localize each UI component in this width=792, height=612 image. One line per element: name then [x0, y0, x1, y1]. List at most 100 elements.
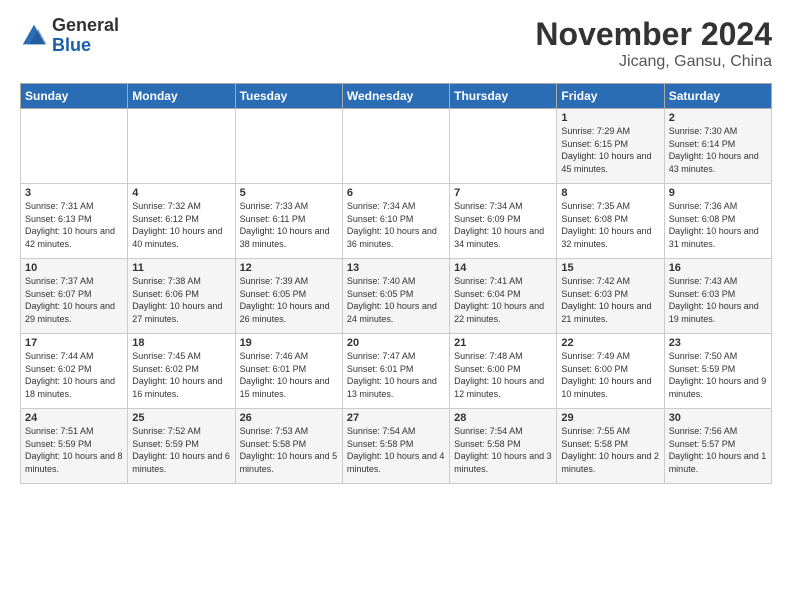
calendar-cell: 23Sunrise: 7:50 AM Sunset: 5:59 PM Dayli… — [664, 334, 771, 409]
day-number: 6 — [347, 187, 445, 199]
calendar-cell: 21Sunrise: 7:48 AM Sunset: 6:00 PM Dayli… — [450, 334, 557, 409]
weekday-header-thursday: Thursday — [450, 84, 557, 109]
day-info: Sunrise: 7:30 AM Sunset: 6:14 PM Dayligh… — [669, 125, 767, 175]
calendar-body: 1Sunrise: 7:29 AM Sunset: 6:15 PM Daylig… — [21, 109, 772, 484]
calendar-cell — [342, 109, 449, 184]
day-info: Sunrise: 7:50 AM Sunset: 5:59 PM Dayligh… — [669, 350, 767, 400]
week-row-4: 17Sunrise: 7:44 AM Sunset: 6:02 PM Dayli… — [21, 334, 772, 409]
day-info: Sunrise: 7:48 AM Sunset: 6:00 PM Dayligh… — [454, 350, 552, 400]
weekday-header-saturday: Saturday — [664, 84, 771, 109]
day-number: 24 — [25, 412, 123, 424]
day-info: Sunrise: 7:53 AM Sunset: 5:58 PM Dayligh… — [240, 425, 338, 475]
weekday-header-sunday: Sunday — [21, 84, 128, 109]
calendar-cell — [450, 109, 557, 184]
weekday-header-friday: Friday — [557, 84, 664, 109]
day-number: 29 — [561, 412, 659, 424]
day-number: 5 — [240, 187, 338, 199]
day-number: 16 — [669, 262, 767, 274]
day-info: Sunrise: 7:54 AM Sunset: 5:58 PM Dayligh… — [454, 425, 552, 475]
day-number: 30 — [669, 412, 767, 424]
calendar-cell: 29Sunrise: 7:55 AM Sunset: 5:58 PM Dayli… — [557, 409, 664, 484]
day-number: 17 — [25, 337, 123, 349]
day-info: Sunrise: 7:35 AM Sunset: 6:08 PM Dayligh… — [561, 200, 659, 250]
day-number: 28 — [454, 412, 552, 424]
week-row-5: 24Sunrise: 7:51 AM Sunset: 5:59 PM Dayli… — [21, 409, 772, 484]
day-number: 25 — [132, 412, 230, 424]
weekday-header-row: SundayMondayTuesdayWednesdayThursdayFrid… — [21, 84, 772, 109]
day-number: 22 — [561, 337, 659, 349]
calendar-cell — [235, 109, 342, 184]
day-number: 10 — [25, 262, 123, 274]
day-info: Sunrise: 7:51 AM Sunset: 5:59 PM Dayligh… — [25, 425, 123, 475]
calendar-cell: 3Sunrise: 7:31 AM Sunset: 6:13 PM Daylig… — [21, 184, 128, 259]
day-info: Sunrise: 7:55 AM Sunset: 5:58 PM Dayligh… — [561, 425, 659, 475]
day-number: 11 — [132, 262, 230, 274]
logo-text: General Blue — [52, 16, 119, 56]
day-number: 12 — [240, 262, 338, 274]
day-number: 1 — [561, 112, 659, 124]
weekday-header-tuesday: Tuesday — [235, 84, 342, 109]
day-info: Sunrise: 7:47 AM Sunset: 6:01 PM Dayligh… — [347, 350, 445, 400]
day-info: Sunrise: 7:45 AM Sunset: 6:02 PM Dayligh… — [132, 350, 230, 400]
calendar-cell: 24Sunrise: 7:51 AM Sunset: 5:59 PM Dayli… — [21, 409, 128, 484]
day-info: Sunrise: 7:40 AM Sunset: 6:05 PM Dayligh… — [347, 275, 445, 325]
calendar-cell: 2Sunrise: 7:30 AM Sunset: 6:14 PM Daylig… — [664, 109, 771, 184]
logo: General Blue — [20, 16, 119, 56]
day-number: 20 — [347, 337, 445, 349]
weekday-header-monday: Monday — [128, 84, 235, 109]
day-info: Sunrise: 7:36 AM Sunset: 6:08 PM Dayligh… — [669, 200, 767, 250]
calendar-cell: 5Sunrise: 7:33 AM Sunset: 6:11 PM Daylig… — [235, 184, 342, 259]
day-info: Sunrise: 7:32 AM Sunset: 6:12 PM Dayligh… — [132, 200, 230, 250]
day-info: Sunrise: 7:41 AM Sunset: 6:04 PM Dayligh… — [454, 275, 552, 325]
calendar-cell: 18Sunrise: 7:45 AM Sunset: 6:02 PM Dayli… — [128, 334, 235, 409]
calendar-cell: 7Sunrise: 7:34 AM Sunset: 6:09 PM Daylig… — [450, 184, 557, 259]
calendar-container: General Blue November 2024 Jicang, Gansu… — [0, 0, 792, 494]
title-block: November 2024 Jicang, Gansu, China — [535, 16, 772, 71]
calendar-cell: 12Sunrise: 7:39 AM Sunset: 6:05 PM Dayli… — [235, 259, 342, 334]
day-info: Sunrise: 7:43 AM Sunset: 6:03 PM Dayligh… — [669, 275, 767, 325]
day-info: Sunrise: 7:38 AM Sunset: 6:06 PM Dayligh… — [132, 275, 230, 325]
calendar-cell: 25Sunrise: 7:52 AM Sunset: 5:59 PM Dayli… — [128, 409, 235, 484]
calendar-cell: 10Sunrise: 7:37 AM Sunset: 6:07 PM Dayli… — [21, 259, 128, 334]
day-info: Sunrise: 7:29 AM Sunset: 6:15 PM Dayligh… — [561, 125, 659, 175]
calendar-cell: 17Sunrise: 7:44 AM Sunset: 6:02 PM Dayli… — [21, 334, 128, 409]
logo-icon — [20, 22, 48, 50]
day-number: 7 — [454, 187, 552, 199]
header: General Blue November 2024 Jicang, Gansu… — [20, 16, 772, 71]
weekday-header-wednesday: Wednesday — [342, 84, 449, 109]
month-title: November 2024 — [535, 16, 772, 53]
day-number: 3 — [25, 187, 123, 199]
day-info: Sunrise: 7:42 AM Sunset: 6:03 PM Dayligh… — [561, 275, 659, 325]
day-number: 21 — [454, 337, 552, 349]
week-row-2: 3Sunrise: 7:31 AM Sunset: 6:13 PM Daylig… — [21, 184, 772, 259]
calendar-cell: 26Sunrise: 7:53 AM Sunset: 5:58 PM Dayli… — [235, 409, 342, 484]
location: Jicang, Gansu, China — [535, 53, 772, 71]
calendar-cell: 20Sunrise: 7:47 AM Sunset: 6:01 PM Dayli… — [342, 334, 449, 409]
calendar-cell: 1Sunrise: 7:29 AM Sunset: 6:15 PM Daylig… — [557, 109, 664, 184]
day-info: Sunrise: 7:33 AM Sunset: 6:11 PM Dayligh… — [240, 200, 338, 250]
calendar-cell: 11Sunrise: 7:38 AM Sunset: 6:06 PM Dayli… — [128, 259, 235, 334]
day-info: Sunrise: 7:56 AM Sunset: 5:57 PM Dayligh… — [669, 425, 767, 475]
day-number: 27 — [347, 412, 445, 424]
day-number: 8 — [561, 187, 659, 199]
calendar-cell: 8Sunrise: 7:35 AM Sunset: 6:08 PM Daylig… — [557, 184, 664, 259]
calendar-cell: 14Sunrise: 7:41 AM Sunset: 6:04 PM Dayli… — [450, 259, 557, 334]
day-info: Sunrise: 7:37 AM Sunset: 6:07 PM Dayligh… — [25, 275, 123, 325]
calendar-cell — [128, 109, 235, 184]
calendar-cell: 27Sunrise: 7:54 AM Sunset: 5:58 PM Dayli… — [342, 409, 449, 484]
calendar-cell: 22Sunrise: 7:49 AM Sunset: 6:00 PM Dayli… — [557, 334, 664, 409]
week-row-1: 1Sunrise: 7:29 AM Sunset: 6:15 PM Daylig… — [21, 109, 772, 184]
calendar-cell: 4Sunrise: 7:32 AM Sunset: 6:12 PM Daylig… — [128, 184, 235, 259]
day-info: Sunrise: 7:49 AM Sunset: 6:00 PM Dayligh… — [561, 350, 659, 400]
calendar-cell: 13Sunrise: 7:40 AM Sunset: 6:05 PM Dayli… — [342, 259, 449, 334]
day-number: 13 — [347, 262, 445, 274]
calendar-cell — [21, 109, 128, 184]
day-info: Sunrise: 7:44 AM Sunset: 6:02 PM Dayligh… — [25, 350, 123, 400]
day-info: Sunrise: 7:31 AM Sunset: 6:13 PM Dayligh… — [25, 200, 123, 250]
day-info: Sunrise: 7:39 AM Sunset: 6:05 PM Dayligh… — [240, 275, 338, 325]
day-info: Sunrise: 7:52 AM Sunset: 5:59 PM Dayligh… — [132, 425, 230, 475]
calendar-cell: 28Sunrise: 7:54 AM Sunset: 5:58 PM Dayli… — [450, 409, 557, 484]
calendar-cell: 15Sunrise: 7:42 AM Sunset: 6:03 PM Dayli… — [557, 259, 664, 334]
week-row-3: 10Sunrise: 7:37 AM Sunset: 6:07 PM Dayli… — [21, 259, 772, 334]
calendar-cell: 6Sunrise: 7:34 AM Sunset: 6:10 PM Daylig… — [342, 184, 449, 259]
